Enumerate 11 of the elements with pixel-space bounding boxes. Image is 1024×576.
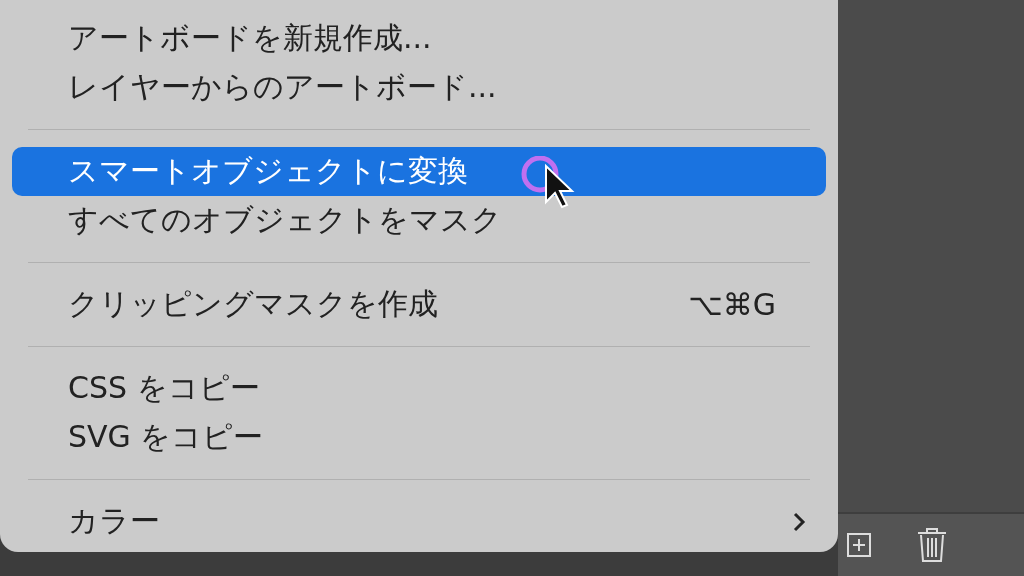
add-icon[interactable]	[846, 532, 872, 558]
shortcut-label: ⌥⌘G	[688, 287, 776, 322]
menu-item[interactable]: すべてのオブジェクトをマスク	[12, 196, 826, 245]
menu-item[interactable]: SVG をコピー	[12, 413, 826, 462]
trash-icon[interactable]	[916, 527, 948, 563]
menu-item[interactable]: アートボードを新規作成...	[12, 14, 826, 63]
menu-item[interactable]: CSS をコピー	[12, 364, 826, 413]
menu-item[interactable]: スマートオブジェクトに変換	[12, 147, 826, 196]
menu-item[interactable]: レイヤーからのアートボード...	[12, 63, 826, 112]
menu-item[interactable]: クリッピングマスクを作成 ⌥⌘G	[12, 280, 826, 329]
menu-item[interactable]: カラー	[12, 497, 826, 546]
